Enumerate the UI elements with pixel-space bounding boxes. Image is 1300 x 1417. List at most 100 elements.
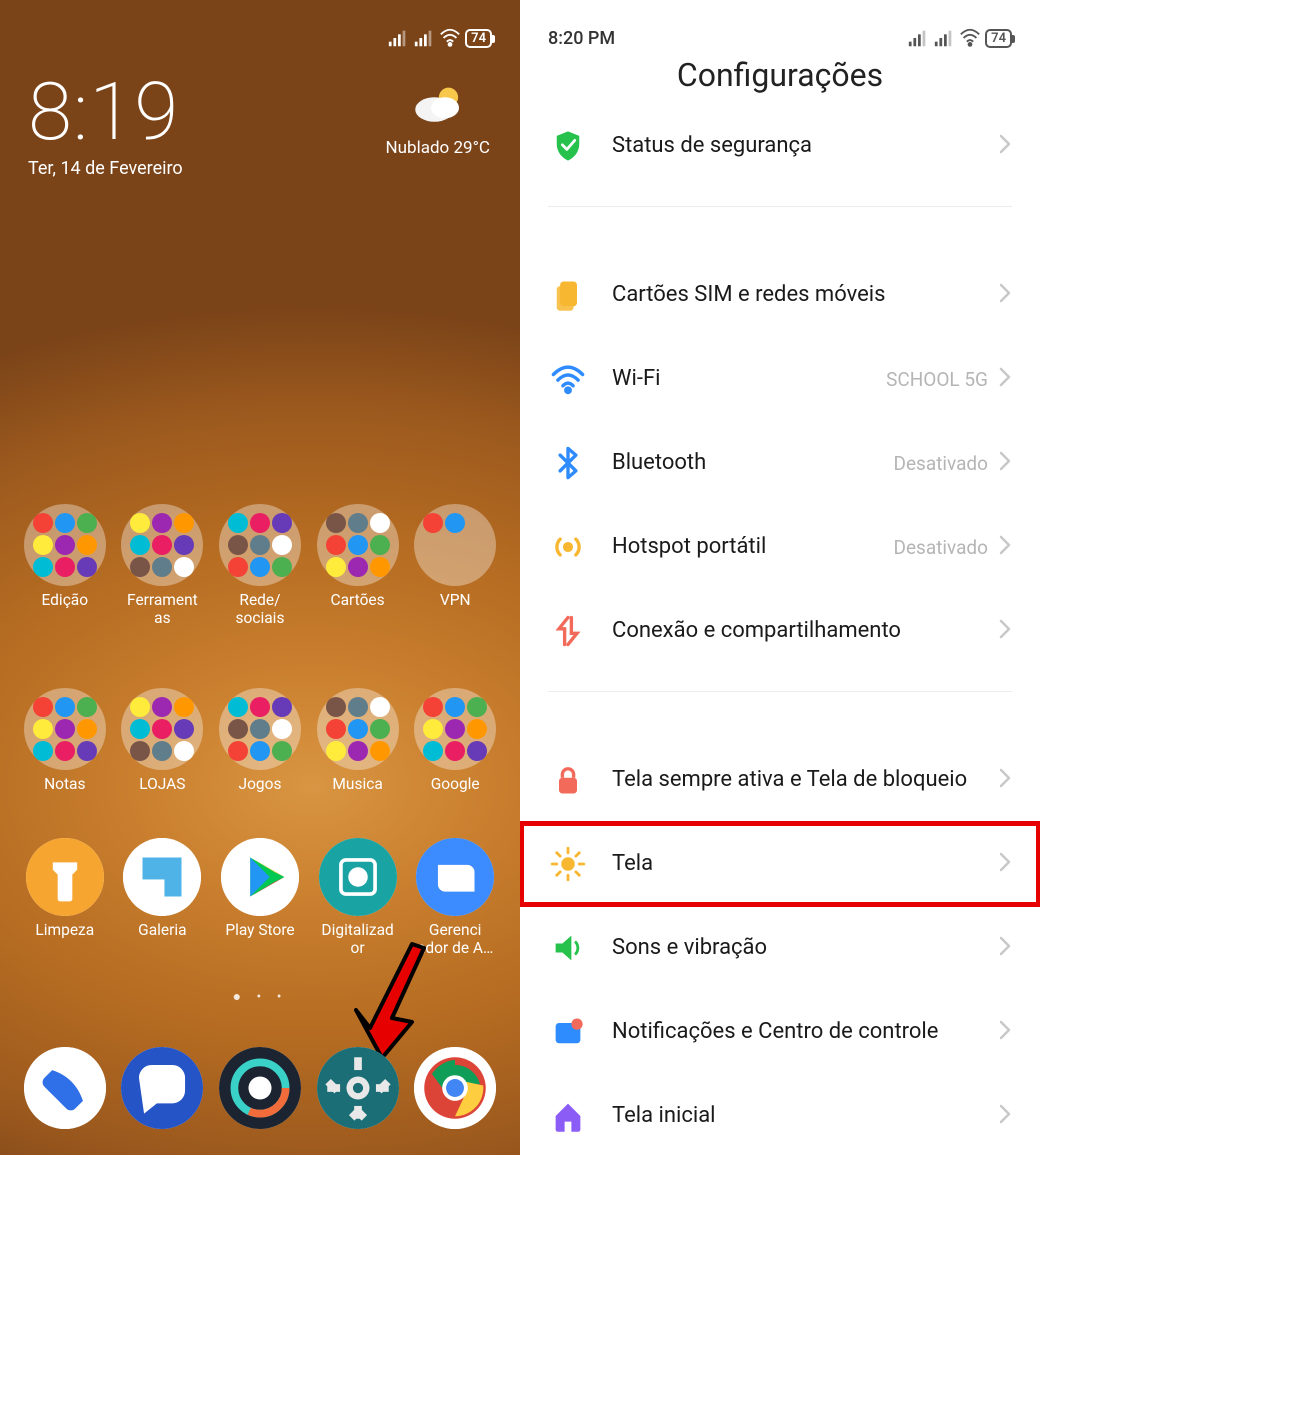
page-indicator: ● • • bbox=[0, 988, 520, 1005]
settings-icon bbox=[317, 1047, 399, 1129]
folder-label: Jogos bbox=[212, 776, 308, 812]
settings-screen: 8:20 PM 74 Configurações Status de segur… bbox=[520, 0, 1040, 1155]
app-galeria[interactable]: Galeria bbox=[114, 838, 210, 958]
app-digitalizad-or[interactable]: Digitalizad or bbox=[310, 838, 406, 958]
settings-item-label: Bluetooth bbox=[586, 449, 894, 477]
app-row: LimpezaGaleriaPlay StoreDigitalizad orGe… bbox=[16, 838, 504, 958]
folder-label: LOJAS bbox=[114, 776, 210, 812]
homescreen-status-bar: 74 bbox=[0, 8, 520, 58]
settings-item-label: Cartões SIM e redes móveis bbox=[586, 281, 998, 309]
folder-label: Notas bbox=[17, 776, 113, 812]
folder-row-1: EdiçãoFerrament asRede/ sociaisCartõesVP… bbox=[16, 504, 504, 628]
wifi-icon bbox=[959, 27, 981, 49]
settings-item-label: Sons e vibração bbox=[586, 934, 998, 962]
chevron-right-icon bbox=[998, 366, 1012, 392]
app-play-store[interactable]: Play Store bbox=[212, 838, 308, 958]
settings-item-notif[interactable]: Notificações e Centro de controle bbox=[520, 990, 1040, 1074]
folder-cart-es[interactable]: Cartões bbox=[310, 504, 406, 628]
folder-google[interactable]: Google bbox=[407, 688, 503, 812]
settings-list: Status de segurança Cartões SIM e redes m… bbox=[520, 104, 1040, 1155]
dock-messages[interactable] bbox=[121, 1047, 203, 1129]
folder-lojas[interactable]: LOJAS bbox=[114, 688, 210, 812]
dock-chrome[interactable] bbox=[414, 1047, 496, 1129]
settings-item-label: Status de segurança bbox=[586, 132, 998, 160]
dock-browser[interactable] bbox=[219, 1047, 301, 1129]
folder-label: Google bbox=[407, 776, 503, 812]
folder-musica[interactable]: Musica bbox=[310, 688, 406, 812]
folder-ferrament-as[interactable]: Ferrament as bbox=[114, 504, 210, 628]
chevron-right-icon bbox=[998, 1103, 1012, 1129]
folder-label: Edição bbox=[17, 592, 113, 628]
folder-label: Rede/ sociais bbox=[212, 592, 308, 628]
chevron-right-icon bbox=[998, 851, 1012, 877]
settings-item-value: Desativado bbox=[894, 452, 998, 475]
app-gerenci-ador-de-a-[interactable]: Gerenci ador de A… bbox=[407, 838, 503, 958]
folder-label: Ferrament as bbox=[114, 592, 210, 628]
app-label: Digitalizad or bbox=[310, 922, 406, 958]
app-limpeza[interactable]: Limpeza bbox=[17, 838, 113, 958]
settings-item-label: Hotspot portátil bbox=[586, 533, 894, 561]
settings-item-bluetooth[interactable]: BluetoothDesativado bbox=[520, 421, 1040, 505]
signal-icon bbox=[907, 27, 929, 49]
settings-item-sun[interactable]: Tela bbox=[520, 822, 1040, 906]
weather-text: Nublado 29°C bbox=[386, 138, 490, 158]
dock-settings[interactable] bbox=[317, 1047, 399, 1129]
sun-icon bbox=[550, 846, 586, 882]
folder-notas[interactable]: Notas bbox=[17, 688, 113, 812]
folder-label: Cartões bbox=[310, 592, 406, 628]
notif-icon bbox=[550, 1014, 586, 1050]
chevron-right-icon bbox=[998, 935, 1012, 961]
settings-item-value: SCHOOL 5G bbox=[886, 368, 998, 391]
battery-indicator: 74 bbox=[985, 29, 1012, 48]
folder-rede-sociais[interactable]: Rede/ sociais bbox=[212, 504, 308, 628]
settings-status-bar: 8:20 PM 74 bbox=[520, 8, 1040, 58]
home-icon bbox=[550, 1098, 586, 1134]
chrome-icon bbox=[414, 1047, 496, 1129]
lock-icon bbox=[550, 762, 586, 798]
folder-label: Musica bbox=[310, 776, 406, 812]
settings-item-share[interactable]: Conexão e compartilhamento bbox=[520, 589, 1040, 673]
bluetooth-icon bbox=[550, 445, 586, 481]
settings-item-lock[interactable]: Tela sempre ativa e Tela de bloqueio bbox=[520, 738, 1040, 822]
clock-date: Ter, 14 de Fevereiro bbox=[28, 158, 183, 179]
settings-item-label: Tela sempre ativa e Tela de bloqueio bbox=[586, 766, 998, 794]
wifi-icon bbox=[550, 361, 586, 397]
share-icon bbox=[550, 613, 586, 649]
browser-icon bbox=[219, 1047, 301, 1129]
chevron-right-icon bbox=[998, 1019, 1012, 1045]
wifi-icon bbox=[439, 27, 461, 49]
settings-item-wifi[interactable]: Wi-FiSCHOOL 5G bbox=[520, 337, 1040, 421]
folder-label: VPN bbox=[407, 592, 503, 628]
settings-item-label: Tela inicial bbox=[586, 1102, 998, 1130]
divider bbox=[548, 206, 1012, 207]
folder-vpn[interactable]: VPN bbox=[407, 504, 503, 628]
folder-jogos[interactable]: Jogos bbox=[212, 688, 308, 812]
sim-icon bbox=[550, 277, 586, 313]
settings-item-label: Wi-Fi bbox=[586, 365, 886, 393]
homescreen-clock[interactable]: 8:19 Ter, 14 de Fevereiro bbox=[28, 72, 183, 179]
signal-icon bbox=[413, 27, 435, 49]
settings-item-label: Notificações e Centro de controle bbox=[586, 1018, 998, 1046]
settings-item-value: Desativado bbox=[894, 536, 998, 559]
settings-title: Configurações bbox=[520, 56, 1040, 94]
weather-icon bbox=[410, 78, 466, 134]
settings-item-home[interactable]: Tela inicial bbox=[520, 1074, 1040, 1155]
settings-item-sound[interactable]: Sons e vibração bbox=[520, 906, 1040, 990]
messages-icon bbox=[121, 1047, 203, 1129]
app-label: Limpeza bbox=[17, 922, 113, 958]
settings-item-label: Conexão e compartilhamento bbox=[586, 617, 998, 645]
signal-icon bbox=[933, 27, 955, 49]
homescreen-weather[interactable]: Nublado 29°C bbox=[386, 78, 490, 158]
clock-time: 8:19 bbox=[28, 72, 183, 152]
app-label: Galeria bbox=[114, 922, 210, 958]
settings-item-sim[interactable]: Cartões SIM e redes móveis bbox=[520, 253, 1040, 337]
app-label: Gerenci ador de A… bbox=[407, 922, 503, 958]
settings-item-hotspot[interactable]: Hotspot portátilDesativado bbox=[520, 505, 1040, 589]
settings-item-shield[interactable]: Status de segurança bbox=[520, 104, 1040, 188]
folder-row-2: NotasLOJASJogosMusicaGoogle bbox=[16, 688, 504, 812]
status-time: 8:20 PM bbox=[548, 28, 615, 49]
homescreen: 74 8:19 Ter, 14 de Fevereiro Nublado 29°… bbox=[0, 0, 520, 1155]
folder-edi-o[interactable]: Edição bbox=[17, 504, 113, 628]
chevron-right-icon bbox=[998, 450, 1012, 476]
dock-phone[interactable] bbox=[24, 1047, 106, 1129]
